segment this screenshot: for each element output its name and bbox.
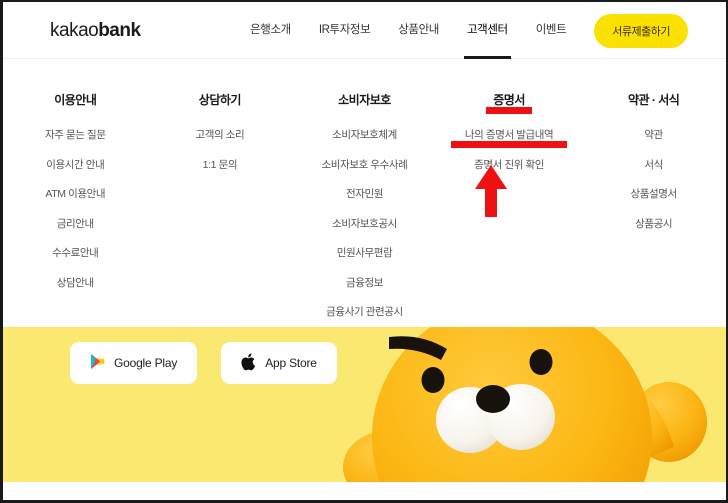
submit-documents-button[interactable]: 서류제출하기 <box>594 13 688 48</box>
sitemap-link-protection-disclosure[interactable]: 소비자보호공시 <box>332 216 397 231</box>
sitemap-link-fees[interactable]: 수수료안내 <box>52 245 99 260</box>
sitemap-heading-terms-forms: 약관 · 서식 <box>628 93 680 107</box>
page-footer-spacer <box>3 482 726 500</box>
sitemap-heading-consultation: 상담하기 <box>198 93 242 107</box>
sitemap-column-consultation: 상담하기 고객의 소리 1:1 문의 <box>148 91 293 327</box>
sitemap-heading-certificates: 증명서 <box>486 93 532 114</box>
sitemap-column-certificates: 증명서 나의 증명서 발급내역 증명서 진위 확인 <box>437 91 582 327</box>
nav-item-ir-info[interactable]: IR투자정보 <box>305 2 384 59</box>
footer-sitemap: 이용안내 자주 묻는 질문 이용시간 안내 ATM 이용안내 금리안내 수수료안… <box>3 59 726 348</box>
sitemap-link-fraud-disclosure[interactable]: 금융사기 관련공시 <box>326 304 403 319</box>
sitemap-link-protection-system[interactable]: 소비자보호체계 <box>332 127 397 142</box>
sitemap-link-certificate-verification[interactable]: 증명서 진위 확인 <box>474 157 544 172</box>
sitemap-link-service-hours[interactable]: 이용시간 안내 <box>46 157 104 172</box>
sitemap-link-best-practices[interactable]: 소비자보호 우수사례 <box>322 157 408 172</box>
sitemap-link-terms[interactable]: 약관 <box>644 127 663 142</box>
logo-text-kakao: kakao <box>50 20 99 41</box>
nav-item-products[interactable]: 상품안내 <box>384 2 453 59</box>
google-play-button[interactable]: Google Play <box>70 342 198 384</box>
google-play-icon <box>90 353 105 373</box>
apple-icon <box>241 352 256 374</box>
sitemap-link-financial-info[interactable]: 금융정보 <box>346 275 383 290</box>
sitemap-link-forms[interactable]: 서식 <box>644 157 663 172</box>
sitemap-column-usage-guide: 이용안내 자주 묻는 질문 이용시간 안내 ATM 이용안내 금리안내 수수료안… <box>3 91 148 327</box>
store-button-group: Google Play App Store <box>70 342 337 384</box>
sitemap-heading-usage-guide: 이용안내 <box>54 93 97 107</box>
nav-item-customer-center[interactable]: 고객센터 <box>453 2 522 59</box>
app-store-label: App Store <box>265 356 317 370</box>
sitemap-link-faq[interactable]: 자주 묻는 질문 <box>45 127 106 142</box>
sitemap-link-consultation-guide[interactable]: 상담안내 <box>57 275 94 290</box>
nav-item-events[interactable]: 이벤트 <box>522 2 581 59</box>
nav-item-bank-intro[interactable]: 은행소개 <box>236 2 305 59</box>
ryan-mascot-illustration <box>329 327 726 482</box>
sitemap-column-terms-forms: 약관 · 서식 약관 서식 상품설명서 상품공시 <box>581 91 726 327</box>
sitemap-link-interest-rates[interactable]: 금리안내 <box>57 216 94 231</box>
kakaobank-page: kakaobank 은행소개 IR투자정보 상품안내 고객센터 이벤트 서류제출… <box>0 0 728 503</box>
sitemap-link-electronic-complaint[interactable]: 전자민원 <box>346 186 383 201</box>
google-play-label: Google Play <box>114 356 178 370</box>
kakaobank-logo[interactable]: kakaobank <box>50 20 141 42</box>
sitemap-heading-consumer-protection: 소비자보호 <box>338 93 391 107</box>
logo-text-bank: bank <box>98 20 141 41</box>
site-header: kakaobank 은행소개 IR투자정보 상품안내 고객센터 이벤트 서류제출… <box>3 2 726 59</box>
sitemap-column-consumer-protection: 소비자보호 소비자보호체계 소비자보호 우수사례 전자민원 소비자보호공시 민원… <box>292 91 437 348</box>
sitemap-link-one-to-one-inquiry[interactable]: 1:1 문의 <box>203 157 238 172</box>
main-navigation: 은행소개 IR투자정보 상품안내 고객센터 이벤트 서류제출하기 <box>236 2 688 59</box>
sitemap-link-atm-guide[interactable]: ATM 이용안내 <box>45 186 105 201</box>
sitemap-link-product-manual[interactable]: 상품설명서 <box>631 186 678 201</box>
sitemap-link-complaint-handbook[interactable]: 민원사무편람 <box>337 245 393 260</box>
sitemap-link-product-disclosure[interactable]: 상품공시 <box>635 216 672 231</box>
app-store-button[interactable]: App Store <box>221 342 337 384</box>
sitemap-link-voice-of-customer[interactable]: 고객의 소리 <box>195 127 244 142</box>
sitemap-link-my-certificate-history[interactable]: 나의 증명서 발급내역 <box>450 127 568 148</box>
app-download-band: Google Play App Store <box>3 327 726 482</box>
